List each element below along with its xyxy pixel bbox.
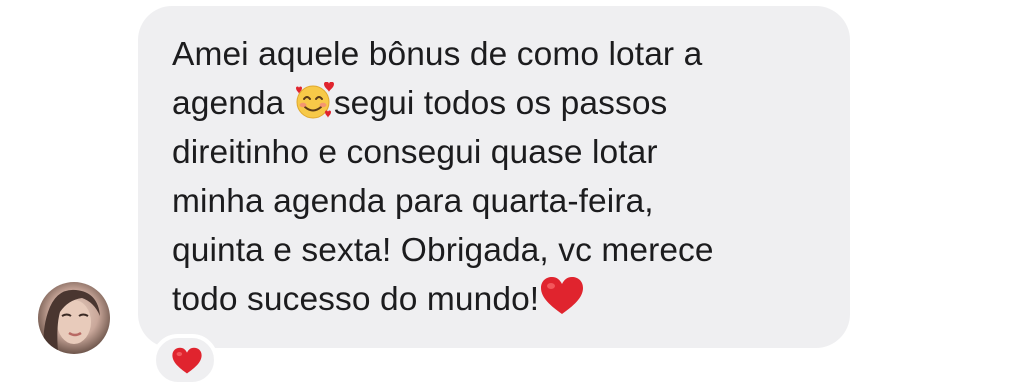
smiling-face-with-hearts-icon	[294, 82, 334, 120]
avatar[interactable]	[38, 282, 110, 354]
message-line-part: todo sucesso do mundo!	[172, 281, 540, 318]
message-line: todo sucesso do mundo!	[172, 275, 832, 324]
message-line-part: segui todos os passos	[333, 85, 668, 122]
message-line: direitinho e consegui quase lotar	[172, 134, 658, 171]
chat-thread: Amei aquele bônus de como lotar a agenda…	[0, 0, 1024, 389]
message-line-part: agenda	[172, 85, 285, 122]
message-text: Amei aquele bônus de como lotar a agenda…	[172, 30, 832, 324]
message-line: Amei aquele bônus de como lotar a	[172, 36, 703, 73]
red-heart-icon	[171, 346, 203, 381]
message-line: minha agenda para quarta-feira,	[172, 183, 654, 220]
message-line: quinta e sexta! Obrigada, vc merece	[172, 232, 714, 269]
reaction-badge[interactable]	[152, 334, 218, 386]
red-heart-icon	[539, 276, 585, 316]
message-line: agenda segui todos os passos	[172, 79, 832, 128]
